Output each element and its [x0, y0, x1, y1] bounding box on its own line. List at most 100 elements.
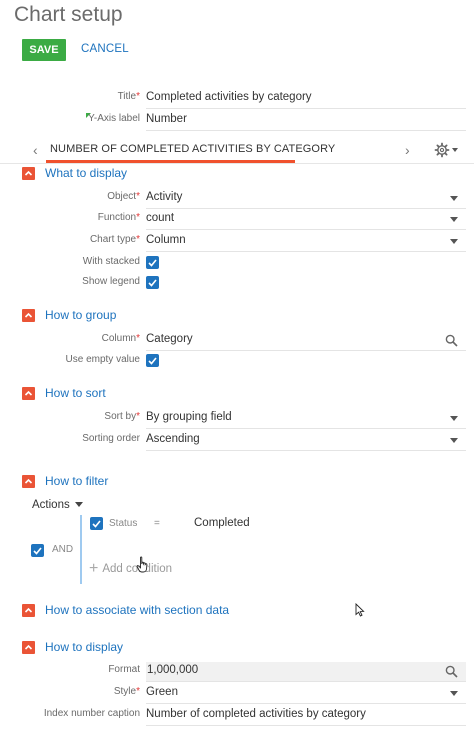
sort-by-field-row: Sort by* By grouping field — [0, 409, 474, 429]
column-field-row: Column* Category — [0, 331, 474, 351]
style-label-text: Style — [113, 686, 137, 697]
with-stacked-row: With stacked — [0, 254, 474, 274]
collapse-icon[interactable] — [22, 475, 35, 488]
add-condition-button[interactable]: + Add condition — [89, 560, 172, 578]
condition-column[interactable]: Status — [109, 518, 137, 529]
plus-icon: + — [89, 560, 99, 577]
condition-value[interactable]: Completed — [194, 517, 250, 529]
object-field-row: Object* Activity — [0, 189, 474, 209]
filter-actions-menu[interactable]: Actions — [32, 499, 83, 511]
sorting-order-field-row: Sorting order Ascending — [0, 431, 474, 451]
chevron-down-icon[interactable] — [450, 217, 458, 222]
chevron-down-icon[interactable] — [450, 239, 458, 244]
show-legend-label: Show legend — [82, 276, 140, 287]
yaxis-label: Y-Axis label — [88, 113, 140, 124]
filter-group-checkbox[interactable] — [31, 544, 44, 557]
chevron-down-icon[interactable] — [450, 438, 458, 443]
sorting-order-label: Sorting order — [82, 433, 140, 444]
function-field-row: Function* count — [0, 210, 474, 230]
section-title[interactable]: How to sort — [45, 386, 106, 400]
sort-by-select[interactable]: By grouping field — [146, 409, 466, 429]
collapse-icon[interactable] — [22, 387, 35, 400]
cancel-button[interactable]: CANCEL — [81, 43, 129, 55]
format-field-row: Format 1,000,000 — [0, 662, 474, 682]
chevron-down-icon[interactable] — [450, 196, 458, 201]
function-label-text: Function — [97, 212, 137, 223]
collapse-icon[interactable] — [22, 604, 35, 617]
gear-icon[interactable] — [434, 142, 460, 158]
chart-type-label: Chart type* — [90, 234, 140, 245]
search-icon[interactable] — [445, 334, 458, 347]
object-value: Activity — [146, 191, 183, 203]
condition-checkbox[interactable] — [90, 517, 103, 530]
collapse-icon[interactable] — [22, 167, 35, 180]
format-value: 1,000,000 — [147, 664, 199, 676]
required-marker: * — [136, 234, 140, 245]
format-lookup[interactable]: 1,000,000 — [146, 662, 466, 682]
yaxis-field-row: Y-Axis label Number — [0, 111, 474, 131]
caption-input[interactable]: Number of completed activities by catego… — [146, 706, 466, 726]
column-label-text: Column — [101, 333, 137, 344]
chevron-left-icon[interactable]: ‹ — [33, 142, 38, 158]
column-value: Category — [146, 333, 193, 345]
show-legend-row: Show legend — [0, 274, 474, 294]
title-label: Title* — [118, 91, 140, 102]
chart-type-select[interactable]: Column — [146, 232, 466, 252]
required-marker: * — [136, 686, 140, 697]
tab-chart[interactable]: NUMBER OF COMPLETED ACTIVITIES BY CATEGO… — [50, 143, 335, 155]
object-label-text: Object — [107, 191, 137, 202]
tab-divider — [0, 163, 474, 164]
show-legend-checkbox[interactable] — [146, 276, 159, 289]
arrow-cursor-icon — [355, 603, 365, 617]
format-label: Format — [108, 664, 140, 675]
required-marker: * — [136, 191, 140, 202]
style-label: Style* — [114, 686, 140, 697]
sorting-order-select[interactable]: Ascending — [146, 431, 466, 451]
collapse-icon[interactable] — [22, 309, 35, 322]
chart-tab-bar: ‹ NUMBER OF COMPLETED ACTIVITIES BY CATE… — [0, 139, 474, 163]
section-title[interactable]: How to associate with section data — [45, 603, 229, 617]
caret-down-icon[interactable] — [74, 502, 83, 508]
save-button[interactable]: SAVE — [22, 39, 66, 61]
collapse-icon[interactable] — [22, 641, 35, 654]
column-lookup[interactable]: Category — [146, 331, 466, 351]
sort-by-value: By grouping field — [146, 411, 232, 423]
chart-type-field-row: Chart type* Column — [0, 232, 474, 252]
condition-operator[interactable]: = — [154, 518, 160, 529]
sorting-order-value: Ascending — [146, 433, 200, 445]
function-label: Function* — [98, 212, 140, 223]
required-marker: * — [136, 411, 140, 422]
function-value: count — [146, 212, 175, 224]
filter-group-operator[interactable]: AND — [52, 544, 73, 555]
section-title[interactable]: What to display — [45, 166, 127, 180]
object-select[interactable]: Activity — [146, 189, 466, 209]
section-title[interactable]: How to group — [45, 308, 116, 322]
required-marker: * — [136, 212, 140, 223]
chart-type-value: Column — [146, 234, 186, 246]
filter-group-bar — [80, 515, 82, 584]
page-title: Chart setup — [14, 3, 123, 26]
sort-by-label: Sort by* — [104, 411, 140, 422]
search-icon[interactable] — [445, 665, 458, 678]
chevron-down-icon[interactable] — [450, 416, 458, 421]
required-marker: * — [136, 333, 140, 344]
chevron-right-icon[interactable]: › — [405, 142, 410, 158]
section-title[interactable]: How to filter — [45, 474, 108, 488]
caption-label: Index number caption — [43, 708, 140, 719]
with-stacked-label: With stacked — [82, 256, 140, 267]
hand-cursor-icon — [136, 556, 148, 573]
caption-field-row: Index number caption Number of completed… — [0, 706, 474, 726]
yaxis-input[interactable]: Number — [146, 111, 466, 131]
style-field-row: Style* Green — [0, 684, 474, 704]
style-value: Green — [146, 686, 178, 698]
function-select[interactable]: count — [146, 210, 466, 230]
use-empty-checkbox[interactable] — [146, 354, 159, 367]
section-title[interactable]: How to display — [45, 640, 123, 654]
with-stacked-checkbox[interactable] — [146, 256, 159, 269]
chevron-down-icon[interactable] — [450, 691, 458, 696]
style-select[interactable]: Green — [146, 684, 466, 704]
title-field-row: Title* Completed activities by category — [0, 89, 474, 109]
object-label: Object* — [107, 191, 140, 202]
title-input[interactable]: Completed activities by category — [146, 89, 466, 109]
required-marker: * — [136, 91, 140, 102]
